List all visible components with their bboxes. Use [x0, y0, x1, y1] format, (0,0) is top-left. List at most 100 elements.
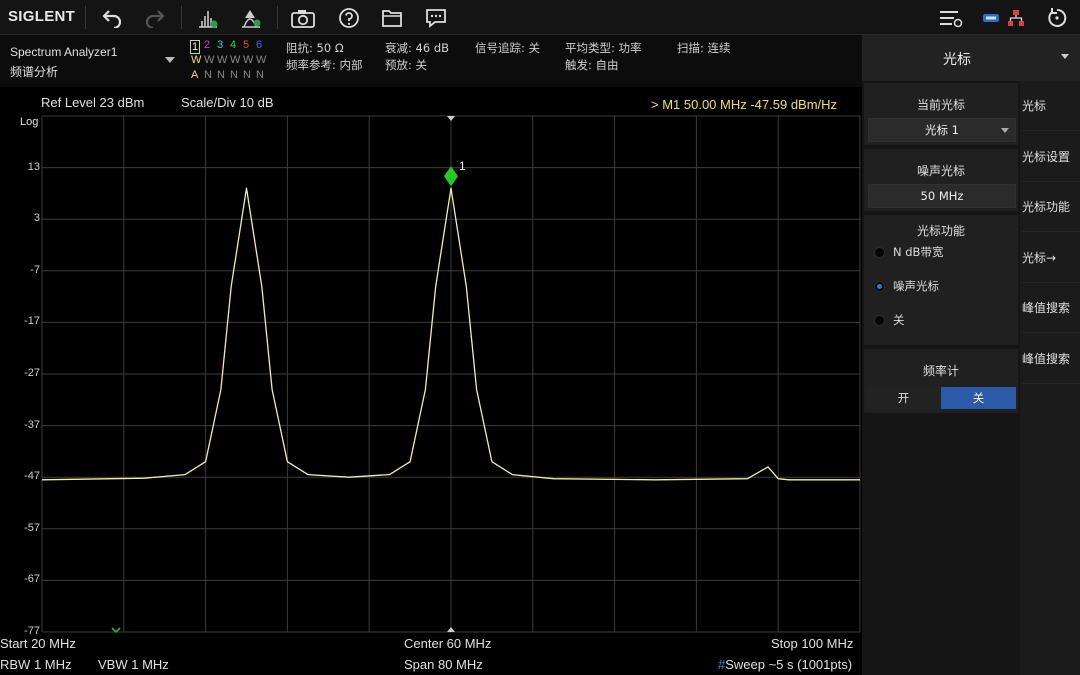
- preamp-info: 预放: 关: [385, 58, 428, 72]
- network-icon: [1005, 0, 1027, 35]
- current-marker-value: 光标 1: [925, 123, 959, 137]
- sidebar-panel: 当前光标 光标 1 噪声光标 50 MHz 光标功能 N dB带宽 噪声光标关 频…: [862, 81, 1020, 675]
- status-info-bar: Spectrum Analyzer1 频谱分析 123456WWWWWWANNN…: [0, 35, 862, 87]
- trace-number-2[interactable]: 2: [204, 39, 210, 51]
- chevron-down-icon: [165, 57, 175, 63]
- center-indicator-icon: [447, 116, 455, 121]
- trace-det-1[interactable]: A: [191, 69, 198, 81]
- sidebar-menu-item-2[interactable]: 光标设置: [1022, 132, 1080, 182]
- radio-dot-icon: [874, 314, 885, 326]
- radio-label: N dB带宽: [893, 245, 944, 259]
- trace-number-6[interactable]: 6: [256, 39, 262, 51]
- sweep-time: #Sweep ~5 s (1001pts): [718, 657, 852, 672]
- avg-type-info: 平均类型: 功率: [565, 41, 642, 55]
- spectrum-plot-area[interactable]: Ref Level 23 dBm Scale/Div 10 dB > M1 50…: [0, 87, 862, 675]
- toggle-on-button[interactable]: 开: [866, 387, 941, 409]
- sidebar-menu-item-4[interactable]: 光标→: [1022, 233, 1080, 283]
- trace-det-3[interactable]: N: [217, 69, 225, 81]
- top-toolbar: SIGLENT: [0, 0, 1080, 35]
- noise-marker-group: 噪声光标 50 MHz: [864, 149, 1018, 211]
- center-freq: Center 60 MHz: [404, 636, 492, 651]
- trace-type-4[interactable]: W: [230, 54, 240, 66]
- toolbar-divider: [85, 6, 86, 29]
- radio-label: 关: [893, 313, 905, 327]
- settings-list-icon[interactable]: [936, 0, 966, 35]
- marker-function-radio-2[interactable]: 噪声光标: [874, 275, 1004, 297]
- tracking-info: 信号追踪: 关: [475, 41, 541, 55]
- redo-icon[interactable]: [141, 0, 169, 35]
- marker-function-radio-3[interactable]: 关: [874, 309, 1004, 331]
- freq-ref-info: 频率参考: 内部: [286, 58, 363, 72]
- trace-det-6[interactable]: N: [256, 69, 264, 81]
- radio-dot-icon: [874, 246, 885, 258]
- toolbar-divider: [277, 6, 278, 29]
- marker-sidebar: 光标 当前光标 光标 1 噪声光标 50 MHz 光标功能 N dB带宽 噪声光标…: [862, 35, 1080, 675]
- sweep-text: Sweep ~5 s (1001pts): [725, 657, 853, 672]
- trace-type-2[interactable]: W: [204, 54, 214, 66]
- vbw: VBW 1 MHz: [98, 657, 169, 672]
- screenshot-icon[interactable]: [288, 0, 318, 35]
- sidebar-title: 光标: [943, 52, 971, 68]
- trigger-info: 触发: 自由: [565, 58, 619, 72]
- mode-subtitle: 频谱分析: [10, 65, 59, 79]
- marker-function-group: 光标功能 N dB带宽 噪声光标关: [864, 215, 1018, 345]
- sidebar-menu-item-6[interactable]: 峰值搜索: [1022, 334, 1080, 384]
- toggle-off-button[interactable]: 关: [941, 387, 1016, 409]
- chevron-down-icon: [1001, 128, 1009, 133]
- span: Span 80 MHz: [404, 657, 483, 672]
- trace-type-3[interactable]: W: [217, 54, 227, 66]
- freq-counter-label: 频率计: [922, 364, 959, 378]
- trace-det-5[interactable]: N: [243, 69, 251, 81]
- marker-function-radio-1[interactable]: N dB带宽: [874, 241, 1004, 263]
- impedance-info: 阻抗: 50 Ω: [286, 41, 344, 55]
- marker-function-label: 光标功能: [916, 224, 965, 238]
- current-marker-select[interactable]: 光标 1: [868, 118, 1016, 142]
- radio-label: 噪声光标: [893, 279, 939, 293]
- trace-number-5[interactable]: 5: [243, 39, 249, 51]
- trace-number-1[interactable]: 1: [190, 40, 201, 54]
- noise-marker-input[interactable]: 50 MHz: [868, 184, 1016, 208]
- rbw: RBW 1 MHz: [0, 657, 72, 672]
- stop-freq: Stop 100 MHz: [771, 636, 854, 651]
- marker-diamond-icon: [444, 166, 458, 187]
- center-indicator-icon: [447, 627, 455, 632]
- freq-counter-toggle: 开 关: [866, 387, 1016, 409]
- atten-info: 衰减: 46 dB: [385, 41, 450, 55]
- current-marker-group: 当前光标 光标 1: [864, 83, 1018, 145]
- trace-status-table[interactable]: 123456WWWWWWANNNNN: [190, 39, 275, 85]
- undo-icon[interactable]: [98, 0, 126, 35]
- trace-det-4[interactable]: N: [230, 69, 238, 81]
- trace-det-2[interactable]: N: [204, 69, 212, 81]
- mode-selector[interactable]: Spectrum Analyzer1 频谱分析: [2, 39, 182, 83]
- trigger-indicator-icon: [111, 627, 121, 634]
- start-freq: Start 20 MHz: [0, 636, 76, 651]
- reset-icon[interactable]: [1044, 0, 1070, 35]
- spectrum-chart[interactable]: 1: [0, 87, 862, 675]
- trace-number-3[interactable]: 3: [217, 39, 223, 51]
- trace-type-5[interactable]: W: [243, 54, 253, 66]
- trace-number-4[interactable]: 4: [230, 39, 236, 51]
- file-icon[interactable]: [378, 0, 406, 35]
- marker-add-icon[interactable]: [237, 0, 265, 35]
- usb-icon: [980, 0, 1002, 35]
- trace-type-6[interactable]: W: [256, 54, 266, 66]
- marker-label: 1: [459, 159, 466, 173]
- radio-dot-icon: [874, 280, 885, 292]
- mode-name: Spectrum Analyzer1: [10, 45, 118, 59]
- sidebar-menu-item-5[interactable]: 峰值搜索: [1022, 283, 1080, 334]
- sidebar-menu-item-1[interactable]: 光标: [1022, 81, 1080, 131]
- noise-marker-label: 噪声光标: [916, 164, 965, 178]
- trace-type-1[interactable]: W: [191, 54, 201, 66]
- current-marker-label: 当前光标: [916, 98, 965, 112]
- message-icon[interactable]: [422, 0, 450, 35]
- peak-search-icon[interactable]: [194, 0, 222, 35]
- brand-logo: SIGLENT: [8, 8, 76, 25]
- sidebar-header[interactable]: 光标: [862, 35, 1080, 81]
- chevron-down-icon: [1061, 54, 1069, 59]
- plot-grid: [41, 115, 861, 633]
- sweep-mode-info: 扫描: 连续: [677, 41, 731, 55]
- sidebar-menu: 光标 光标设置 光标功能 光标→ 峰值搜索 峰值搜索: [1020, 81, 1080, 675]
- help-icon[interactable]: [335, 0, 363, 35]
- freq-counter-group: 频率计 开 关: [864, 349, 1018, 413]
- sidebar-menu-item-3[interactable]: 光标功能: [1022, 182, 1080, 233]
